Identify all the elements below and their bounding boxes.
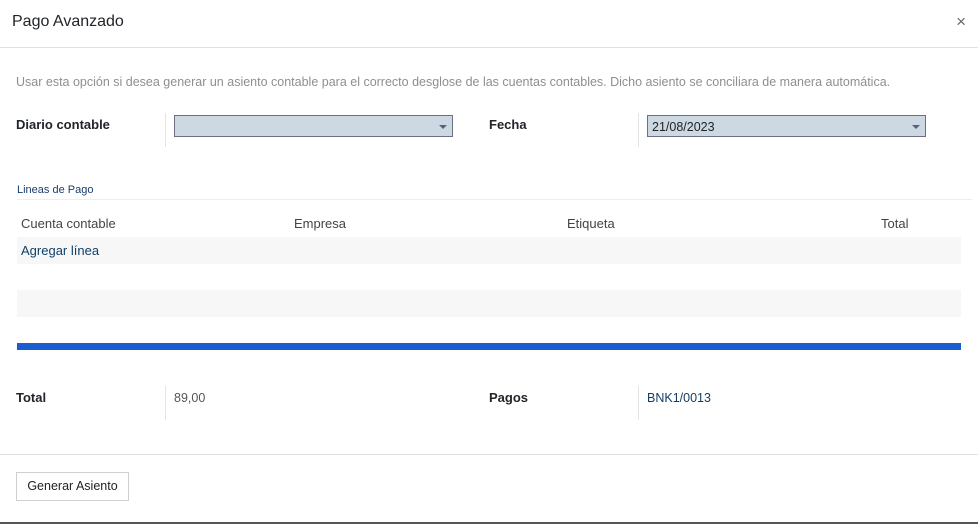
journal-label: Diario contable bbox=[16, 117, 110, 132]
payments-label: Pagos bbox=[489, 390, 529, 405]
field-divider bbox=[638, 386, 639, 420]
field-divider bbox=[638, 113, 639, 147]
advanced-payment-dialog: Pago Avanzado × Usar esta opción si dese… bbox=[0, 0, 978, 524]
generate-entry-button[interactable]: Generar Asiento bbox=[16, 472, 129, 501]
total-label: Total bbox=[16, 390, 47, 405]
column-header-partner[interactable]: Empresa bbox=[294, 216, 346, 231]
chevron-down-icon bbox=[912, 125, 920, 129]
date-label: Fecha bbox=[489, 117, 527, 132]
add-line-link[interactable]: Agregar línea bbox=[21, 243, 99, 258]
date-select[interactable]: 21/08/2023 bbox=[647, 115, 926, 137]
payments-link[interactable]: BNK1/0013 bbox=[647, 391, 711, 405]
dialog-header: Pago Avanzado × bbox=[0, 0, 978, 48]
table-row bbox=[17, 237, 961, 264]
payment-lines-title: Lineas de Pago bbox=[17, 184, 94, 196]
total-value: 89,00 bbox=[174, 391, 206, 405]
dialog-title: Pago Avanzado bbox=[12, 13, 124, 30]
helper-text: Usar esta opción si desea generar un asi… bbox=[16, 75, 891, 89]
column-header-label[interactable]: Etiqueta bbox=[567, 216, 615, 231]
chevron-down-icon bbox=[439, 125, 447, 129]
field-divider bbox=[165, 386, 166, 420]
date-select-value: 21/08/2023 bbox=[652, 120, 715, 134]
field-divider bbox=[165, 113, 166, 147]
table-row bbox=[17, 290, 961, 317]
close-icon[interactable]: × bbox=[956, 12, 966, 32]
section-divider bbox=[17, 199, 972, 200]
section-separator-bar bbox=[17, 343, 961, 350]
journal-select[interactable] bbox=[174, 115, 453, 137]
footer-divider bbox=[0, 454, 978, 455]
column-header-total[interactable]: Total bbox=[881, 216, 908, 231]
column-header-account[interactable]: Cuenta contable bbox=[21, 216, 116, 231]
